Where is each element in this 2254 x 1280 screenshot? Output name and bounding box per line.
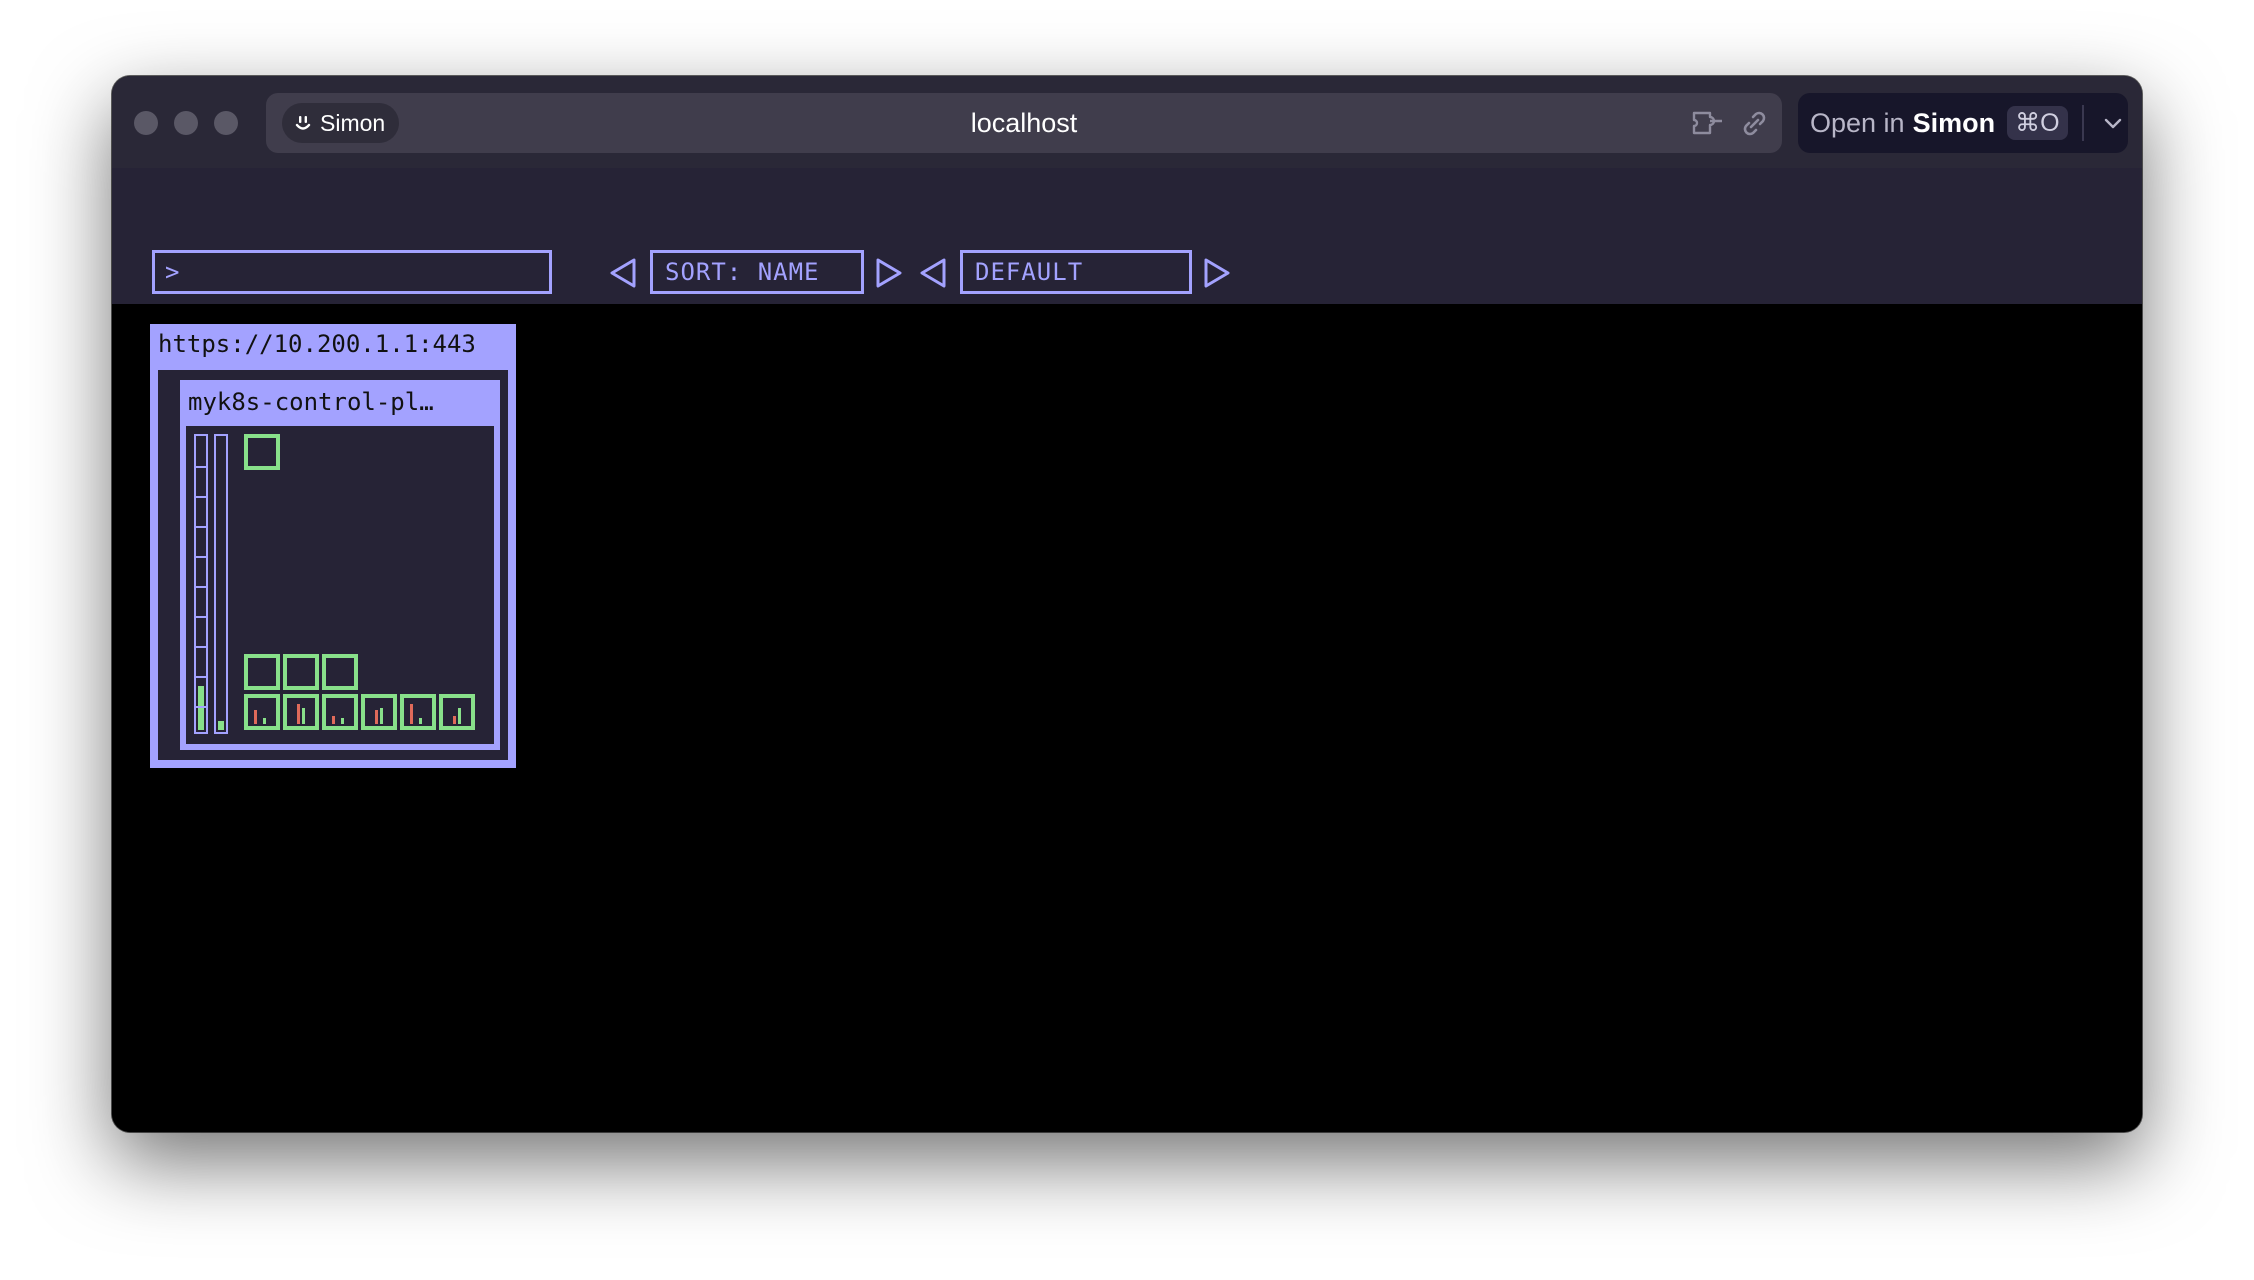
pod-4[interactable] [322,654,358,690]
cpu-usage-fill [198,686,204,730]
cluster-view: https://10.200.1.1:443 myk8s-control-pl… [112,304,2142,1132]
title-bar: Simon localhost Open in Simon ⌘O [112,76,2142,168]
cpu-bar-tick [196,676,206,678]
pod-memory-marker [263,718,266,724]
cpu-bar-tick [196,466,206,468]
open-in-prefix: Open in [1810,107,1905,138]
cluster-panel[interactable]: https://10.200.1.1:443 myk8s-control-pl… [150,324,516,768]
node-body [186,426,494,744]
sort-field[interactable]: SORT: NAME [650,250,864,294]
memory-usage-bar [214,434,228,734]
cpu-bar-tick [196,496,206,498]
pod-memory-marker [341,718,344,724]
node-panel[interactable]: myk8s-control-pl… [180,380,500,750]
button-divider [2081,105,2084,141]
pod-cpu-marker [254,710,257,724]
command-input[interactable]: > [152,250,552,294]
cpu-bar-tick [196,556,206,558]
browser-window: Simon localhost Open in Simon ⌘O > SORT:… [112,76,2142,1132]
pod-10[interactable] [439,694,475,730]
namespace-prev-arrow-icon[interactable] [918,256,948,290]
pod-memory-marker [380,708,383,724]
cpu-usage-bar [194,434,208,734]
cluster-url: https://10.200.1.1:443 [158,330,476,358]
cpu-bar-tick [196,586,206,588]
pod-5[interactable] [244,694,280,730]
namespace-field[interactable]: DEFAULT [960,250,1192,294]
sort-next-arrow-icon[interactable] [874,256,904,290]
pod-cpu-marker [297,704,300,724]
shortcut-badge: ⌘O [2007,106,2068,140]
zoom-window-button[interactable] [214,111,238,135]
cluster-body: myk8s-control-pl… [158,370,508,760]
pod-9[interactable] [400,694,436,730]
pod-cpu-marker [332,716,335,724]
close-window-button[interactable] [134,111,158,135]
pod-3[interactable] [283,654,319,690]
open-in-app-name: Simon [1912,107,1996,138]
profile-chip[interactable]: Simon [282,103,400,143]
pod-memory-marker [458,708,461,724]
cpu-bar-tick [196,646,206,648]
pod-8[interactable] [361,694,397,730]
cpu-bar-tick [196,706,206,708]
memory-usage-fill [218,721,224,730]
page-host: localhost [970,107,1078,138]
pod-cpu-marker [453,716,456,724]
chevron-down-icon[interactable] [2098,108,2128,138]
address-bar[interactable]: Simon localhost [266,93,1782,153]
link-icon[interactable] [1736,107,1772,139]
pod-cpu-marker [410,704,413,724]
namespace-next-arrow-icon[interactable] [1202,256,1232,290]
open-in-app-button[interactable]: Open in Simon ⌘O [1798,93,2128,153]
pod-2[interactable] [244,654,280,690]
smile-icon [295,116,311,130]
pod-memory-marker [419,718,422,724]
app-toolbar: > SORT: NAME DEFAULT [112,168,2142,304]
pod-7[interactable] [322,694,358,730]
pod-memory-marker [302,708,305,724]
cpu-bar-tick [196,616,206,618]
minimize-window-button[interactable] [174,111,198,135]
cpu-bar-tick [196,526,206,528]
pod-1[interactable] [244,434,280,470]
pod-cpu-marker [375,710,378,724]
pod-6[interactable] [283,694,319,730]
extension-icon[interactable] [1690,107,1726,139]
sort-prev-arrow-icon[interactable] [608,256,638,290]
profile-name: Simon [320,109,386,136]
node-name: myk8s-control-pl… [188,388,434,416]
